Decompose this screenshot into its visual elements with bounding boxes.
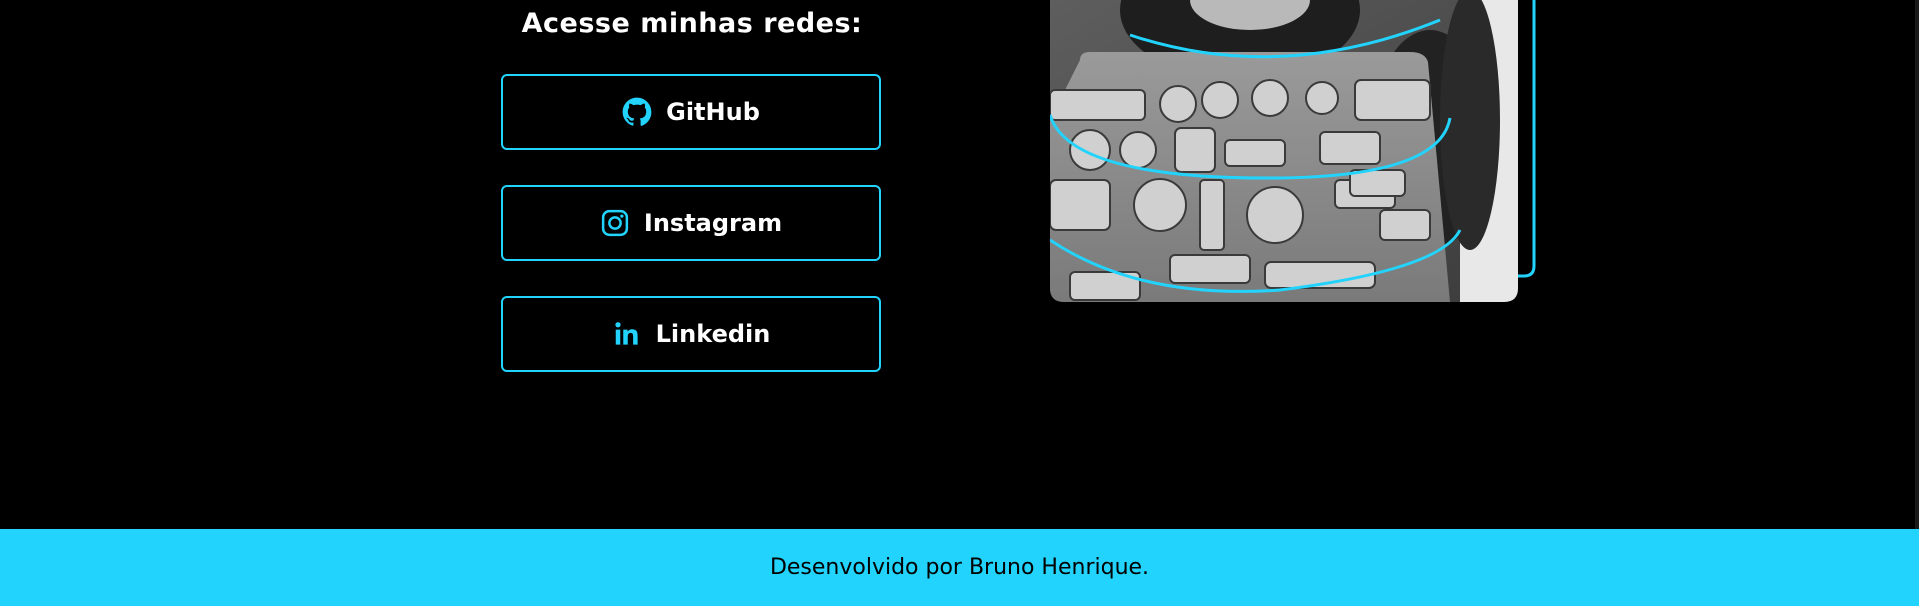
linkedin-icon [615,322,638,345]
linkedin-label: Linkedin [655,320,771,348]
page: Acesse minhas redes: GitHub Instagram Li… [0,0,1919,606]
links-title: Acesse minhas redes: [521,8,863,39]
profile-photo [1050,0,1536,302]
linkedin-link-button[interactable]: Linkedin [501,296,881,372]
footer: Desenvolvido por Bruno Henrique. [0,529,1919,606]
instagram-label: Instagram [643,209,783,237]
github-link-button[interactable]: GitHub [501,74,881,150]
github-icon [622,97,652,126]
github-label: GitHub [666,98,760,126]
instagram-link-button[interactable]: Instagram [501,185,881,261]
profile-photo-frame [1050,0,1536,303]
footer-text: Desenvolvido por Bruno Henrique. [769,555,1150,580]
instagram-icon [601,209,629,237]
scrollbar[interactable] [1915,0,1919,529]
